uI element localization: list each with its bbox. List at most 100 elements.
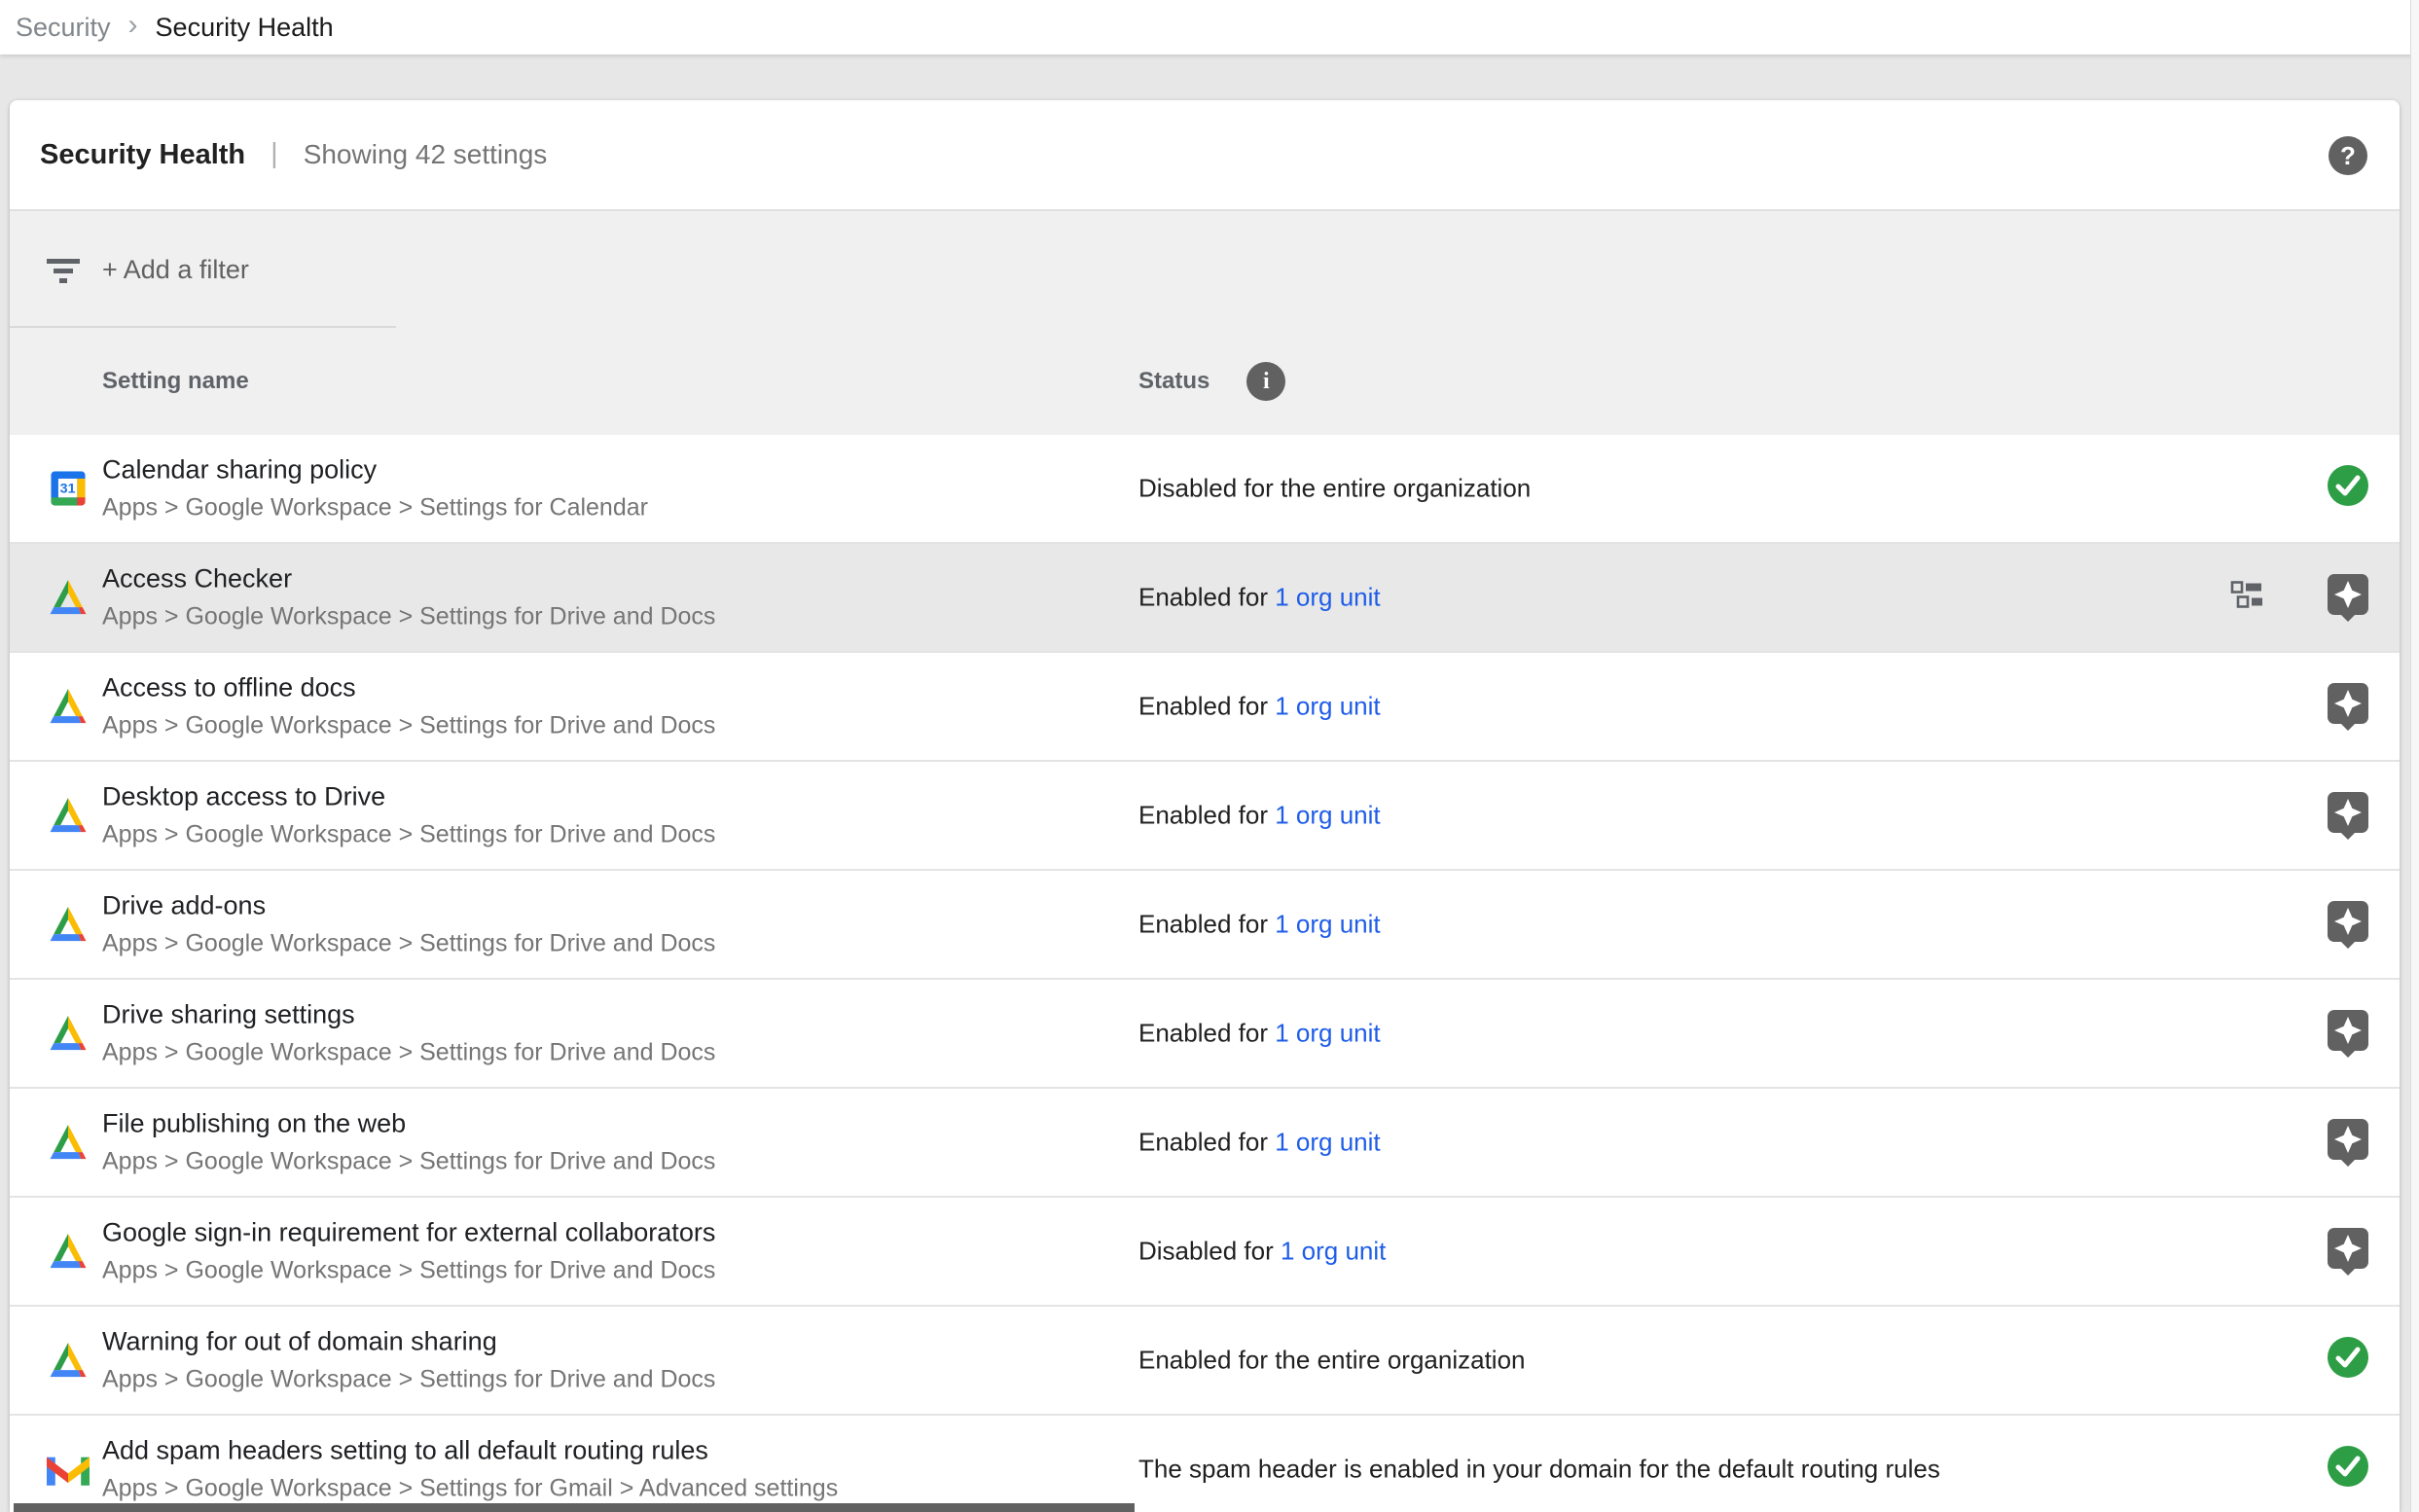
table-header-row: Setting name Status i [10, 328, 2400, 435]
status-text-plain: Enabled for [1138, 801, 1275, 830]
add-filter-button[interactable]: + Add a filter [102, 211, 249, 328]
status-text-plain: Disabled for the entire organization [1138, 474, 1531, 503]
status-text: Disabled for the entire organization [1138, 474, 1531, 504]
setting-texts: Drive sharing settings Apps > Google Wor… [102, 1000, 715, 1067]
status-text-plain: Enabled for [1138, 910, 1275, 939]
horizontal-scrollbar-thumb[interactable] [14, 1503, 1135, 1512]
setting-name: Access to offline docs [102, 673, 715, 703]
setting-texts: Warning for out of domain sharing Apps >… [102, 1327, 715, 1394]
org-unit-link[interactable]: 1 org unit [1281, 1237, 1386, 1266]
card-header: Security Health | Showing 42 settings ? [10, 100, 2400, 211]
setting-texts: Google sign-in requirement for external … [102, 1218, 715, 1285]
drive-icon [47, 1121, 90, 1164]
filter-and-header-band: + Add a filter Setting name Status i [10, 211, 2400, 435]
setting-path: Apps > Google Workspace > Settings for C… [102, 494, 648, 522]
breadcrumb-parent-link[interactable]: Security [16, 13, 111, 43]
check-circle-icon [2327, 464, 2369, 513]
org-unit-link[interactable]: 1 org unit [1275, 910, 1380, 939]
table-row[interactable]: Access to offline docs Apps > Google Wor… [10, 653, 2400, 762]
table-row[interactable]: Warning for out of domain sharing Apps >… [10, 1307, 2400, 1416]
recommendation-icon[interactable] [2327, 1009, 2369, 1058]
org-units-icon [2230, 580, 2265, 616]
recommendation-icon[interactable] [2327, 573, 2369, 622]
setting-texts: Calendar sharing policy Apps > Google Wo… [102, 455, 648, 522]
breadcrumb: Security › Security Health [0, 0, 2419, 54]
status-text-plain: Disabled for [1138, 1237, 1281, 1266]
check-circle-icon [2327, 1336, 2369, 1385]
setting-path: Apps > Google Workspace > Settings for D… [102, 1366, 715, 1394]
setting-name: Google sign-in requirement for external … [102, 1218, 715, 1248]
setting-path: Apps > Google Workspace > Settings for D… [102, 712, 715, 740]
drive-icon [47, 576, 90, 619]
title-separator: | [271, 138, 278, 170]
drive-icon [47, 903, 90, 946]
setting-texts: Access Checker Apps > Google Workspace >… [102, 564, 715, 631]
setting-name: Warning for out of domain sharing [102, 1327, 715, 1357]
drive-icon [47, 1339, 90, 1382]
setting-path: Apps > Google Workspace > Settings for D… [102, 821, 715, 849]
status-text-plain: The spam header is enabled in your domai… [1138, 1455, 1940, 1484]
setting-texts: Desktop access to Drive Apps > Google Wo… [102, 782, 715, 849]
help-icon[interactable]: ? [2329, 136, 2367, 175]
setting-texts: Drive add-ons Apps > Google Workspace > … [102, 891, 715, 958]
column-header-status: Status [1138, 368, 1210, 395]
table-row[interactable]: Desktop access to Drive Apps > Google Wo… [10, 762, 2400, 871]
status-text: Enabled for 1 org unit [1138, 583, 1381, 613]
recommendation-icon[interactable] [2327, 682, 2369, 731]
setting-path: Apps > Google Workspace > Settings for D… [102, 603, 715, 631]
recommendation-icon[interactable] [2327, 900, 2369, 949]
setting-path: Apps > Google Workspace > Settings for G… [102, 1475, 838, 1503]
column-header-setting-name: Setting name [102, 328, 249, 435]
org-unit-link[interactable]: 1 org unit [1275, 583, 1380, 612]
setting-name: Add spam headers setting to all default … [102, 1436, 838, 1466]
status-text: Enabled for 1 org unit [1138, 1019, 1381, 1049]
filter-bar: + Add a filter [10, 211, 2400, 328]
org-unit-link[interactable]: 1 org unit [1275, 692, 1380, 721]
settings-rows-container: 31 Calendar sharing policy Apps > Google… [10, 435, 2400, 1512]
setting-name: Drive add-ons [102, 891, 715, 921]
table-row[interactable]: Access Checker Apps > Google Workspace >… [10, 544, 2400, 653]
vertical-scrollbar[interactable] [2410, 0, 2419, 1512]
table-row[interactable]: Google sign-in requirement for external … [10, 1198, 2400, 1307]
settings-count: Showing 42 settings [304, 139, 548, 170]
setting-name: Calendar sharing policy [102, 455, 648, 486]
drive-icon [47, 794, 90, 837]
recommendation-icon[interactable] [2327, 1227, 2369, 1276]
table-row[interactable]: File publishing on the web Apps > Google… [10, 1089, 2400, 1198]
breadcrumb-current: Security Health [156, 13, 334, 43]
table-row[interactable]: 31 Calendar sharing policy Apps > Google… [10, 435, 2400, 544]
chevron-right-icon: › [128, 9, 138, 42]
drive-icon [47, 1012, 90, 1055]
table-row[interactable]: Drive add-ons Apps > Google Workspace > … [10, 871, 2400, 980]
status-text: Enabled for 1 org unit [1138, 801, 1381, 831]
status-text-plain: Enabled for [1138, 583, 1275, 612]
status-text: Enabled for the entire organization [1138, 1346, 1526, 1376]
setting-texts: Access to offline docs Apps > Google Wor… [102, 673, 715, 740]
status-text-plain: Enabled for the entire organization [1138, 1346, 1526, 1375]
org-unit-link[interactable]: 1 org unit [1275, 801, 1380, 830]
calendar-icon: 31 [47, 467, 90, 510]
security-health-card: Security Health | Showing 42 settings ? … [10, 100, 2400, 1512]
setting-name: Drive sharing settings [102, 1000, 715, 1030]
status-text: Enabled for 1 org unit [1138, 910, 1381, 940]
table-row[interactable]: Add spam headers setting to all default … [10, 1416, 2400, 1512]
setting-texts: Add spam headers setting to all default … [102, 1436, 838, 1503]
setting-path: Apps > Google Workspace > Settings for D… [102, 1148, 715, 1176]
org-unit-link[interactable]: 1 org unit [1275, 1128, 1380, 1157]
recommendation-icon[interactable] [2327, 791, 2369, 840]
setting-path: Apps > Google Workspace > Settings for D… [102, 930, 715, 958]
info-icon[interactable]: i [1246, 362, 1285, 401]
setting-name: Desktop access to Drive [102, 782, 715, 812]
status-text-plain: Enabled for [1138, 1128, 1275, 1157]
check-circle-icon [2327, 1445, 2369, 1494]
status-text-plain: Enabled for [1138, 1019, 1275, 1048]
recommendation-icon[interactable] [2327, 1118, 2369, 1167]
drive-icon [47, 685, 90, 728]
status-text: Enabled for 1 org unit [1138, 692, 1381, 722]
setting-path: Apps > Google Workspace > Settings for D… [102, 1257, 715, 1285]
svg-text:31: 31 [60, 482, 76, 497]
table-row[interactable]: Drive sharing settings Apps > Google Wor… [10, 980, 2400, 1089]
filter-icon[interactable] [46, 258, 81, 288]
org-unit-link[interactable]: 1 org unit [1275, 1019, 1380, 1048]
setting-name: File publishing on the web [102, 1109, 715, 1139]
